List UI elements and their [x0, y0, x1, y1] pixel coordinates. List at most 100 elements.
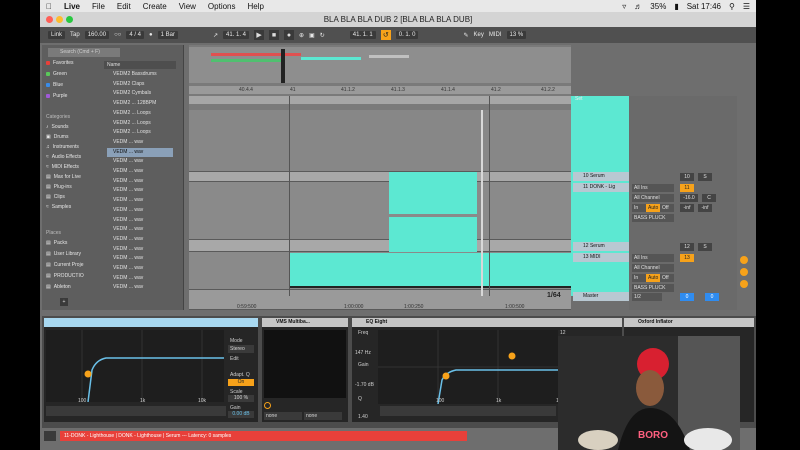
- track-header-10-serum[interactable]: 10 Serum: [573, 172, 629, 181]
- send-a-11[interactable]: -inf: [680, 204, 694, 212]
- tempo-field[interactable]: 160.00: [84, 31, 110, 39]
- eq8-gain-value[interactable]: -1.70 dB: [355, 382, 374, 388]
- track-header-13-midi[interactable]: 13 MIDI: [573, 253, 629, 262]
- automation-arm-icon[interactable]: ▣: [309, 32, 315, 39]
- track-number-10[interactable]: 10: [680, 173, 694, 181]
- tap-button[interactable]: Tap: [70, 32, 80, 38]
- volume-11[interactable]: -16.0: [680, 194, 698, 202]
- draw-mode-icon[interactable]: ✎: [463, 32, 468, 39]
- eq-eight-title[interactable]: EQ Eight: [352, 318, 622, 327]
- menu-view[interactable]: View: [179, 2, 196, 11]
- eq8-band-handle[interactable]: [508, 352, 516, 360]
- browser-folder-row[interactable]: VEDM2 ... 128BPM: [107, 99, 173, 108]
- eq8-freq-value[interactable]: 147 Hz: [355, 350, 371, 356]
- track-header-master[interactable]: Master: [573, 292, 629, 301]
- track-header-11-donk[interactable]: 11 DONK - Lig: [573, 183, 629, 192]
- session-record-icon[interactable]: ↻: [320, 32, 325, 39]
- midi-clip[interactable]: [389, 172, 477, 182]
- link-button[interactable]: Link: [48, 31, 66, 39]
- menu-file[interactable]: File: [92, 2, 105, 11]
- track-number-11[interactable]: 11: [680, 184, 694, 192]
- collection-favorites[interactable]: Favorites: [46, 60, 74, 66]
- menu-edit[interactable]: Edit: [117, 2, 131, 11]
- browser-file-row[interactable]: VEDM ... wav: [107, 254, 173, 263]
- browser-file-row[interactable]: VEDM ... wav: [107, 274, 173, 283]
- place-user-library[interactable]: ▤ User Library: [46, 251, 81, 257]
- wifi-icon[interactable]: ▿: [622, 2, 626, 11]
- midi-clip[interactable]: [389, 240, 477, 252]
- loop-start-field[interactable]: 41. 1. 1: [349, 31, 376, 39]
- input-channel-13[interactable]: All Channel: [632, 264, 674, 272]
- mode-select[interactable]: Stereo: [228, 345, 254, 353]
- vms-select-2[interactable]: none: [304, 412, 342, 420]
- browser-file-row[interactable]: VEDM ... wav: [107, 186, 173, 195]
- category-clips[interactable]: ▤ Clips: [46, 194, 65, 200]
- track-number-13[interactable]: 13: [680, 254, 694, 262]
- category-plugins[interactable]: ▤ Plug-ins: [46, 184, 72, 190]
- eq8-q-value[interactable]: 1.40: [358, 414, 368, 420]
- browser-folder-row[interactable]: VEDM2 Cymbals: [107, 89, 173, 98]
- loop-toggle[interactable]: ↺: [380, 30, 391, 40]
- track-lane-10-header[interactable]: [189, 172, 571, 182]
- apple-icon[interactable]: : [46, 2, 52, 11]
- browser-file-row[interactable]: VEDM ... wav: [107, 138, 173, 147]
- midi-clip[interactable]: [289, 253, 571, 286]
- add-folder-button[interactable]: +: [60, 298, 68, 306]
- monitor-in-11[interactable]: In: [632, 204, 646, 212]
- browser-file-row[interactable]: VEDM ... wav: [107, 196, 173, 205]
- status-toggle-icon[interactable]: [44, 431, 56, 441]
- master-number[interactable]: 0: [680, 293, 694, 301]
- track-header-12-serum[interactable]: 12 Serum: [573, 242, 629, 251]
- browser-folder-row[interactable]: VEDM2 Bassdrums: [107, 70, 173, 79]
- gain-field[interactable]: 0.00 dB: [228, 411, 254, 418]
- collection-green[interactable]: Green: [46, 71, 67, 77]
- position-field[interactable]: 41. 1. 4: [223, 31, 250, 39]
- browser-file-row[interactable]: VEDM ... wav: [107, 264, 173, 273]
- category-midi-effects[interactable]: ≈ MIDI Effects: [46, 164, 79, 170]
- category-samples[interactable]: ≈ Samples: [46, 204, 71, 210]
- scene-launch-icon[interactable]: [740, 256, 748, 264]
- browser-folder-row[interactable]: VEDM2 ... Loops: [107, 128, 173, 137]
- eq-curve-display[interactable]: [46, 330, 224, 402]
- browser-file-row[interactable]: VEDM ... wav: [107, 235, 173, 244]
- eq-band-selectors[interactable]: [46, 406, 226, 416]
- category-audio-effects[interactable]: ≈ Audio Effects: [46, 154, 81, 160]
- eq8-band-selectors[interactable]: [380, 406, 556, 416]
- arrangement-overview[interactable]: [189, 47, 571, 83]
- metronome-toggle-icon[interactable]: ●: [149, 32, 153, 38]
- eq8-band-handle[interactable]: [442, 372, 450, 380]
- browser-file-row[interactable]: VEDM ... wav: [107, 283, 173, 292]
- vms-knob-icon[interactable]: [264, 402, 271, 409]
- scene-launch-icon[interactable]: [740, 280, 748, 288]
- browser-folder-row[interactable]: VEDM2 Claps: [107, 80, 173, 89]
- menu-help[interactable]: Help: [248, 2, 264, 11]
- browser-file-row[interactable]: VEDM ... wav: [107, 167, 173, 176]
- metronome-icon[interactable]: ○○: [114, 32, 121, 38]
- record-button[interactable]: ●: [284, 30, 295, 40]
- file-column-header[interactable]: Name: [104, 61, 176, 69]
- category-drums[interactable]: ▣ Drums: [46, 134, 68, 140]
- key-map-button[interactable]: Key: [473, 32, 483, 38]
- vms-device-title[interactable]: VMS Multiba...: [262, 318, 348, 327]
- collection-blue[interactable]: Blue: [46, 82, 63, 88]
- vms-select-1[interactable]: none: [264, 412, 302, 420]
- pan-11[interactable]: C: [702, 194, 716, 202]
- midi-clip[interactable]: [389, 217, 477, 240]
- browser-search-input[interactable]: Search (Cmd + F): [48, 48, 120, 57]
- quantize-menu[interactable]: 1 Bar: [157, 31, 178, 39]
- play-button[interactable]: ▶: [254, 30, 265, 40]
- place-ableton[interactable]: ▤ Ableton: [46, 284, 71, 290]
- monitor-auto-11[interactable]: Auto: [646, 204, 660, 212]
- menu-clock[interactable]: Sat 17:46: [687, 2, 721, 11]
- track-lane-12-serum[interactable]: [189, 240, 571, 252]
- loop-brace[interactable]: [189, 96, 571, 104]
- send-b-11[interactable]: -inf: [698, 204, 712, 212]
- menu-options[interactable]: Options: [208, 2, 236, 11]
- monitor-off-11[interactable]: Off: [660, 204, 674, 212]
- browser-folder-row[interactable]: VEDM2 ... Loops: [107, 119, 173, 128]
- input-channel-11[interactable]: All Channel: [632, 194, 674, 202]
- input-type-13[interactable]: All Ins: [632, 254, 674, 262]
- adapt-q-toggle[interactable]: On: [228, 379, 254, 386]
- overdub-icon[interactable]: ⊕: [299, 32, 304, 39]
- scale-field[interactable]: 100 %: [228, 395, 254, 402]
